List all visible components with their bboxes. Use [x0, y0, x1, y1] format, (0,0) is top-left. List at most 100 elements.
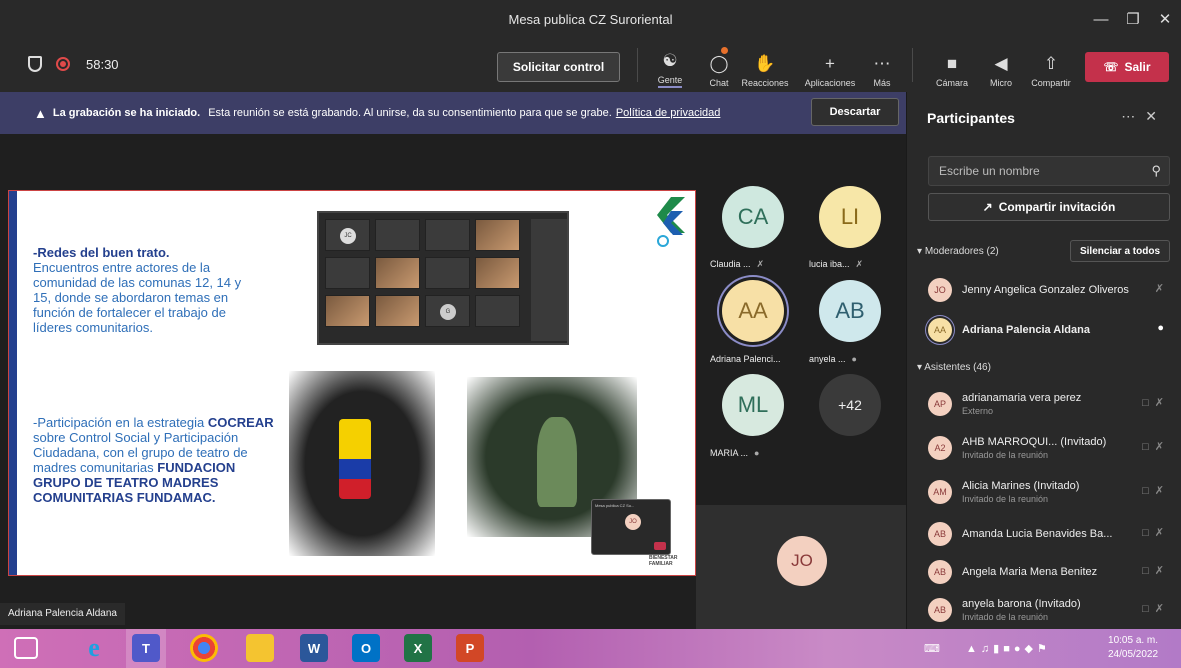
powerpoint-icon[interactable]: P [456, 634, 484, 662]
screenshot-tile [425, 219, 470, 251]
camera-mic-off-icons: □✗ [1142, 565, 1170, 577]
system-tray-icons[interactable]: ▲♫▮■●◆⚑ [966, 642, 1051, 655]
more-icon[interactable]: ⋯ [1121, 108, 1145, 124]
participant-tile[interactable]: AB anyela ... ● [801, 274, 906, 366]
participant-row[interactable]: AP adrianamaria vera perez Externo □✗ [907, 386, 1181, 424]
camera-mic-off-icons: □✗ [1142, 485, 1170, 497]
chat-icon: ◯ [709, 54, 729, 73]
participant-row[interactable]: AM Alicia Marines (Invitado) Invitado de… [907, 474, 1181, 512]
participant-name: adrianamaria vera perez [962, 392, 1082, 404]
share-icon: ⇧ [1043, 54, 1059, 73]
avatar: AA [722, 280, 784, 342]
camera-button[interactable]: ■ Cámara [933, 44, 971, 88]
banner-title: La grabación se ha iniciado. [52, 107, 201, 119]
participant-tile-name: Claudia ... ✗ [710, 259, 765, 269]
slide-accent-bar [9, 191, 17, 575]
teams-icon[interactable]: T [132, 634, 160, 662]
plus-icon: + [825, 54, 835, 73]
privacy-link[interactable]: Política de privacidad [616, 107, 721, 119]
request-control-button[interactable]: Solicitar control [497, 52, 620, 82]
screenshot-video [475, 219, 520, 251]
participant-name: AHB MARROQUI... (Invitado) [962, 436, 1107, 448]
screenshot-tile [425, 257, 470, 289]
maximize-icon[interactable]: ❐ [1118, 0, 1148, 38]
slide-text-block-1: -Redes del buen trato. Encuentros entre … [33, 245, 257, 335]
participant-tile[interactable]: CA Claudia ... ✗ [696, 180, 801, 272]
minimize-icon[interactable]: — [1086, 0, 1116, 38]
more-participants-tile[interactable]: +42 [801, 368, 906, 460]
participant-row[interactable]: AA Adriana Palencia Aldana ● [907, 312, 1181, 350]
avatar: AM [928, 480, 952, 504]
word-icon[interactable]: W [300, 634, 328, 662]
mute-all-button[interactable]: Silenciar a todos [1070, 240, 1170, 262]
outlook-icon[interactable]: O [352, 634, 380, 662]
participant-row[interactable]: AB anyela barona (Invitado) Invitado de … [907, 592, 1181, 630]
shield-icon [28, 56, 42, 72]
divider [637, 48, 638, 82]
mic-button[interactable]: ◀ Micro [986, 44, 1016, 88]
share-invite-button[interactable]: ↗ Compartir invitación [928, 193, 1170, 221]
mic-icon: ● [1157, 322, 1170, 334]
participant-row[interactable]: JO Jenny Angelica Gonzalez Oliveros ✗ [907, 272, 1181, 310]
mic-icon: ● [754, 448, 760, 458]
participant-role: Invitado de la reunión [962, 494, 1049, 504]
screenshot-avatar: JC [340, 228, 356, 244]
mini-hangup-icon [654, 542, 666, 550]
moderators-section-header[interactable]: ▾ Moderadores (2) [917, 246, 999, 257]
participant-search-input[interactable]: Escribe un nombre ⚲ [928, 156, 1170, 186]
participant-tile[interactable]: LI lucia iba... ✗ [801, 180, 906, 272]
people-button[interactable]: ☯ Gente [655, 44, 685, 88]
chrome-icon[interactable] [190, 634, 218, 662]
participants-panel: Participantes ⋯✕ Escribe un nombre ⚲ ↗ C… [906, 92, 1181, 629]
close-panel-icon[interactable]: ✕ [1145, 108, 1167, 124]
camera-mic-off-icons: □✗ [1142, 397, 1170, 409]
file-explorer-icon[interactable] [246, 634, 274, 662]
reactions-icon: ✋ [754, 54, 776, 73]
theater-photo-1 [289, 371, 435, 556]
screenshot-video [375, 257, 420, 289]
share-button[interactable]: ⇧ Compartir [1026, 44, 1076, 88]
clock-time: 10:05 a. m. [1108, 635, 1159, 646]
close-icon[interactable]: ✕ [1150, 0, 1180, 38]
participant-name: Jenny Angelica Gonzalez Oliveros [962, 284, 1129, 296]
screenshot-video [475, 257, 520, 289]
chat-button[interactable]: ◯ Chat [704, 44, 734, 88]
people-icon: ☯ [662, 51, 678, 70]
participant-row[interactable]: AB Amanda Lucia Benavides Ba... □✗ [907, 516, 1181, 554]
camera-mic-off-icons: □✗ [1142, 603, 1170, 615]
phone-icon: ☏ [1103, 60, 1119, 74]
participant-tile[interactable]: ML MARIA ... ● [696, 368, 801, 460]
task-view-icon[interactable] [14, 637, 38, 659]
avatar: AB [819, 280, 881, 342]
attendees-section-header[interactable]: ▾ Asistentes (46) [917, 362, 991, 373]
slide-paragraph-2a: -Participación en la estrategia [33, 415, 205, 430]
more-button[interactable]: ⋯ Más [867, 44, 897, 88]
taskbar-clock[interactable]: 10:05 a. m. 24/05/2022 [1108, 634, 1158, 662]
participant-tile[interactable]: AA Adriana Palenci... [696, 274, 801, 366]
screenshot-tile: G [425, 295, 470, 327]
edge-icon[interactable]: e [80, 633, 108, 662]
participant-tile-name: lucia iba... ✗ [809, 259, 864, 269]
dismiss-button[interactable]: Descartar [811, 98, 899, 126]
participant-row[interactable]: A2 AHB MARROQUI... (Invitado) Invitado d… [907, 430, 1181, 468]
leave-button[interactable]: ☏ Salir [1085, 52, 1169, 82]
theater-figure [537, 417, 577, 507]
clock-date: 24/05/2022 [1108, 649, 1159, 660]
screenshot-avatar: G [440, 304, 456, 320]
self-view-tile[interactable]: JO [696, 505, 906, 629]
keyboard-icon[interactable]: ⌨ [924, 642, 944, 655]
icbf-logo-icon [657, 197, 685, 247]
apps-button[interactable]: + Aplicaciones [800, 44, 860, 88]
avatar: AB [928, 522, 952, 546]
shared-content-stage: -Redes del buen trato. Encuentros entre … [0, 134, 696, 629]
slide-bold-1: COCREAR [207, 415, 274, 430]
bienestar-logo-text: BIENESTAR FAMILIAR [649, 555, 678, 567]
reactions-button[interactable]: ✋ Reacciones [733, 44, 797, 88]
camera-mic-off-icons: □✗ [1142, 441, 1170, 453]
screenshot-tile [375, 219, 420, 251]
share-icon: ↗ [982, 200, 993, 214]
avatar: ML [722, 374, 784, 436]
search-icon: ⚲ [1151, 163, 1161, 178]
excel-icon[interactable]: X [404, 634, 432, 662]
participant-row[interactable]: AB Angela Maria Mena Benitez □✗ [907, 554, 1181, 592]
